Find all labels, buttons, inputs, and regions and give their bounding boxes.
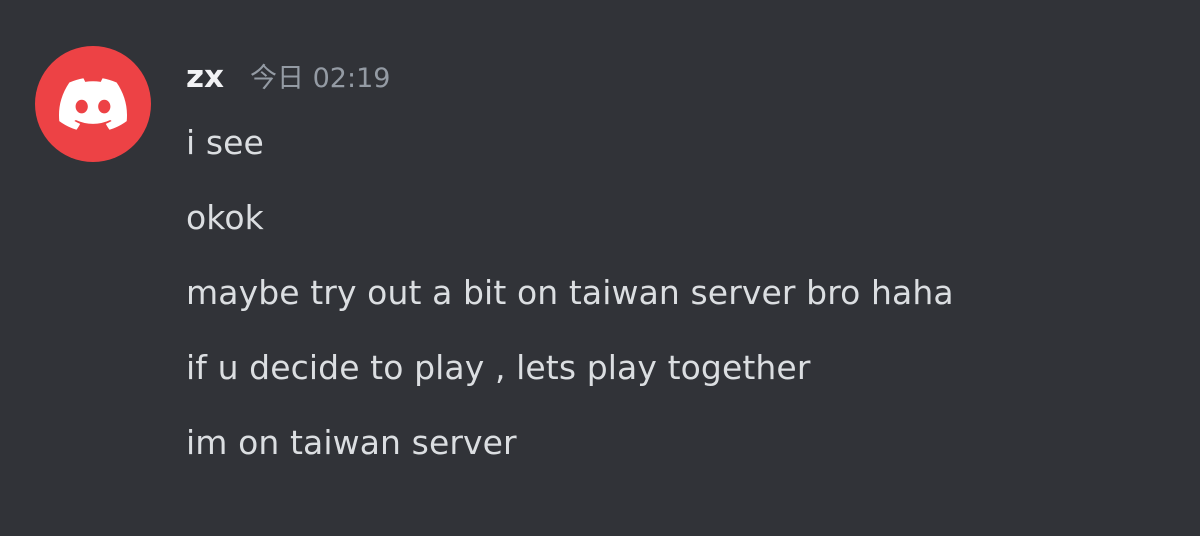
chat-message-group: zx 今日 02:19 i see okok maybe try out a b… [0, 0, 1200, 536]
message-header: zx 今日 02:19 [186, 55, 390, 99]
message-text: okok [186, 198, 264, 237]
username[interactable]: zx [186, 55, 224, 99]
message-text: i see [186, 123, 264, 162]
message-list: i see okok maybe try out a bit on taiwan… [186, 116, 954, 491]
avatar[interactable] [35, 46, 151, 162]
timestamp[interactable]: 今日 02:19 [250, 57, 390, 101]
message-text: if u decide to play , lets play together [186, 348, 811, 387]
discord-logo-icon [59, 78, 127, 130]
message-text: im on taiwan server [186, 423, 517, 462]
message-text: maybe try out a bit on taiwan server bro… [186, 273, 954, 312]
